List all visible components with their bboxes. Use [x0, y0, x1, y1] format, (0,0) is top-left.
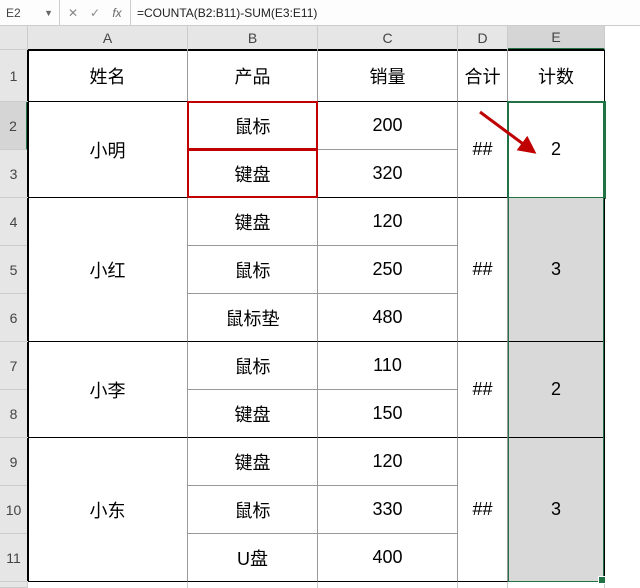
row-header-10[interactable]: 10	[0, 486, 28, 534]
row-header-4[interactable]: 4	[0, 198, 28, 246]
cell-B9[interactable]: 键盘	[188, 438, 318, 486]
cell-D7[interactable]: ##	[458, 342, 508, 438]
cell-row12-3[interactable]	[458, 582, 508, 588]
cell-B6[interactable]: 鼠标垫	[188, 294, 318, 342]
formula-input[interactable]: =COUNTA(B2:B11)-SUM(E3:E11)	[131, 6, 640, 20]
cell-C10[interactable]: 330	[318, 486, 458, 534]
cell-B11[interactable]: U盘	[188, 534, 318, 582]
cell-C7[interactable]: 110	[318, 342, 458, 390]
cell-E2[interactable]: 2	[508, 102, 605, 198]
cell-B7[interactable]: 鼠标	[188, 342, 318, 390]
cell-E4[interactable]: 3	[508, 198, 605, 342]
red-highlight-B3	[187, 149, 318, 198]
row-header-2[interactable]: 2	[0, 102, 28, 150]
cell-row12-2[interactable]	[318, 582, 458, 588]
cell-C1[interactable]: 销量	[318, 50, 458, 102]
cell-E9[interactable]: 3	[508, 438, 605, 582]
select-all-corner[interactable]	[0, 26, 28, 50]
cell-B2[interactable]: 鼠标	[188, 102, 318, 150]
cell-C9[interactable]: 120	[318, 438, 458, 486]
cell-A1[interactable]: 姓名	[28, 50, 188, 102]
cell-C11[interactable]: 400	[318, 534, 458, 582]
cell-A7[interactable]: 小李	[28, 342, 188, 438]
cell-B1[interactable]: 产品	[188, 50, 318, 102]
col-header-A[interactable]: A	[28, 26, 188, 50]
row-header-7[interactable]: 7	[0, 342, 28, 390]
cell-E7[interactable]: 2	[508, 342, 605, 438]
fx-icon[interactable]: fx	[110, 6, 124, 20]
cell-C5[interactable]: 250	[318, 246, 458, 294]
cell-D2[interactable]: ##	[458, 102, 508, 198]
cancel-icon[interactable]: ✕	[66, 6, 80, 20]
cell-E1[interactable]: 计数	[508, 50, 605, 102]
row-header-11[interactable]: 11	[0, 534, 28, 582]
formula-bar: E2 ▼ ✕ ✓ fx =COUNTA(B2:B11)-SUM(E3:E11)	[0, 0, 640, 26]
worksheet-grid[interactable]: A B C D E 1姓名产品销量合计计数2小明鼠标200##23键盘3204小…	[0, 26, 640, 588]
name-box[interactable]: E2 ▼	[0, 0, 60, 25]
cell-D1[interactable]: 合计	[458, 50, 508, 102]
name-box-value: E2	[6, 6, 21, 20]
row-header-6[interactable]: 6	[0, 294, 28, 342]
row-header-1[interactable]: 1	[0, 50, 28, 102]
cell-C4[interactable]: 120	[318, 198, 458, 246]
col-header-B[interactable]: B	[188, 26, 318, 50]
cell-row12-0[interactable]	[28, 582, 188, 588]
cell-C8[interactable]: 150	[318, 390, 458, 438]
row-header-3[interactable]: 3	[0, 150, 28, 198]
col-header-D[interactable]: D	[458, 26, 508, 50]
cell-A4[interactable]: 小红	[28, 198, 188, 342]
red-highlight-B2	[187, 101, 318, 150]
chevron-down-icon[interactable]: ▼	[44, 8, 53, 18]
cell-B10[interactable]: 鼠标	[188, 486, 318, 534]
row-header-12[interactable]	[0, 582, 28, 588]
cell-D9[interactable]: ##	[458, 438, 508, 582]
cell-B5[interactable]: 鼠标	[188, 246, 318, 294]
cell-A9[interactable]: 小东	[28, 438, 188, 582]
enter-icon[interactable]: ✓	[88, 6, 102, 20]
formula-bar-buttons: ✕ ✓ fx	[60, 0, 131, 25]
row-header-8[interactable]: 8	[0, 390, 28, 438]
cell-C3[interactable]: 320	[318, 150, 458, 198]
cell-row12-1[interactable]	[188, 582, 318, 588]
cell-D4[interactable]: ##	[458, 198, 508, 342]
row-header-9[interactable]: 9	[0, 438, 28, 486]
cell-A2[interactable]: 小明	[28, 102, 188, 198]
cell-row12-4[interactable]	[508, 582, 605, 588]
cell-B8[interactable]: 键盘	[188, 390, 318, 438]
cell-B3[interactable]: 键盘	[188, 150, 318, 198]
cell-C6[interactable]: 480	[318, 294, 458, 342]
row-header-5[interactable]: 5	[0, 246, 28, 294]
col-header-C[interactable]: C	[318, 26, 458, 50]
cell-B4[interactable]: 键盘	[188, 198, 318, 246]
cell-C2[interactable]: 200	[318, 102, 458, 150]
col-header-E[interactable]: E	[508, 26, 605, 50]
